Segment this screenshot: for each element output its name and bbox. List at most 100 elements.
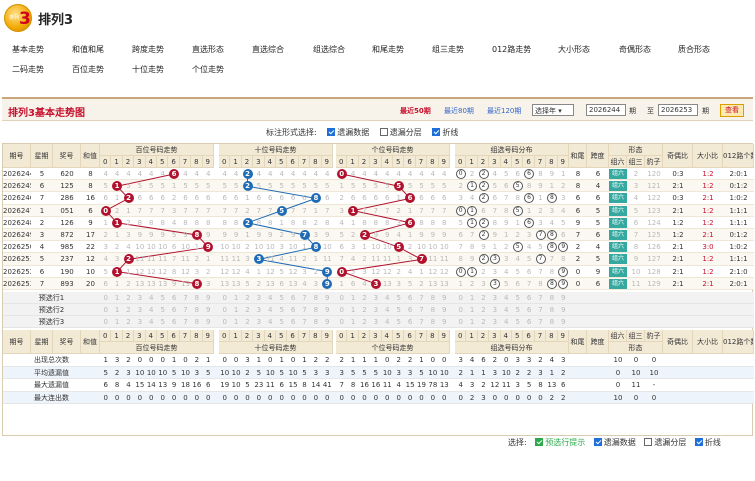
preselect-digit[interactable]: 2 <box>478 316 489 328</box>
preselect-digit[interactable]: 9 <box>203 304 214 316</box>
preselect-digit[interactable]: 4 <box>382 292 393 304</box>
preselect-digit[interactable]: 5 <box>393 304 404 316</box>
query-button[interactable]: 查看 <box>720 104 744 117</box>
nav-item[interactable]: 和值和尾 <box>72 44 104 55</box>
preselect-digit[interactable]: 0 <box>219 292 230 304</box>
recent-50-link[interactable]: 最近50期 <box>400 106 431 116</box>
preselect-digit[interactable]: 0 <box>336 316 347 328</box>
preselect-digit[interactable]: 8 <box>310 292 321 304</box>
preselect-digit[interactable]: 6 <box>523 316 534 328</box>
preselect-digit[interactable]: 8 <box>191 316 202 328</box>
preselect-digit[interactable]: 5 <box>157 292 168 304</box>
nav-item[interactable]: 012路走势 <box>492 44 531 55</box>
preselect-digit[interactable]: 0 <box>100 316 111 328</box>
preselect-digit[interactable]: 7 <box>180 292 191 304</box>
preselect-digit[interactable]: 3 <box>370 292 381 304</box>
preselect-digit[interactable]: 1 <box>347 292 358 304</box>
preselect-digit[interactable]: 9 <box>322 304 333 316</box>
preselect-digit[interactable]: 2 <box>123 304 134 316</box>
preselect-digit[interactable]: 2 <box>359 316 370 328</box>
checkbox-icon[interactable] <box>327 128 336 136</box>
recent-120-link[interactable]: 最近120期 <box>487 106 521 116</box>
preselect-digit[interactable]: 5 <box>512 292 523 304</box>
preselect-digit[interactable]: 1 <box>466 292 477 304</box>
preselect-digit[interactable]: 3 <box>134 292 145 304</box>
preselect-digit[interactable]: 6 <box>287 304 298 316</box>
preselect-digit[interactable]: 7 <box>416 304 427 316</box>
option-polyline[interactable]: 折线 <box>432 128 458 137</box>
nav-item[interactable]: 二码走势 <box>12 64 44 75</box>
preselect-digit[interactable]: 3 <box>489 292 500 304</box>
preselect-digit[interactable]: 2 <box>359 292 370 304</box>
preselect-digit[interactable]: 7 <box>535 316 546 328</box>
nav-item[interactable]: 百位走势 <box>72 64 104 75</box>
preselect-digit[interactable]: 0 <box>219 316 230 328</box>
preselect-digit[interactable]: 1 <box>111 292 122 304</box>
option-miss-layer[interactable]: 遗漏分层 <box>379 128 422 137</box>
preselect-digit[interactable]: 6 <box>404 304 415 316</box>
preselect-digit[interactable]: 8 <box>427 316 438 328</box>
preselect-digit[interactable]: 8 <box>191 292 202 304</box>
preselect-digit[interactable]: 0 <box>100 304 111 316</box>
preselect-digit[interactable]: 3 <box>253 304 264 316</box>
nav-item[interactable]: 十位走势 <box>132 64 164 75</box>
checkbox-icon[interactable] <box>432 128 441 136</box>
preselect-digit[interactable]: 9 <box>322 292 333 304</box>
preselect-digit[interactable]: 2 <box>123 316 134 328</box>
footer-option-hint[interactable]: 预选行提示 <box>535 438 585 447</box>
preselect-digit[interactable]: 1 <box>111 304 122 316</box>
preselect-digit[interactable]: 8 <box>310 304 321 316</box>
preselect-digit[interactable]: 6 <box>287 292 298 304</box>
option-miss-data[interactable]: 遗漏数据 <box>327 128 369 137</box>
preselect-digit[interactable]: 8 <box>546 292 557 304</box>
preselect-digit[interactable]: 6 <box>404 292 415 304</box>
preselect-digit[interactable]: 3 <box>134 316 145 328</box>
year-select[interactable]: 选择年 ▾ <box>532 104 574 116</box>
preselect-digit[interactable]: 3 <box>253 316 264 328</box>
nav-item[interactable]: 组三走势 <box>432 44 464 55</box>
preselect-digit[interactable]: 5 <box>276 316 287 328</box>
nav-item[interactable]: 和尾走势 <box>372 44 404 55</box>
nav-item[interactable]: 基本走势 <box>12 44 44 55</box>
preselect-digit[interactable]: 9 <box>439 292 450 304</box>
preselect-digit[interactable]: 2 <box>123 292 134 304</box>
preselect-digit[interactable]: 8 <box>427 292 438 304</box>
preselect-digit[interactable]: 4 <box>265 316 276 328</box>
preselect-digit[interactable]: 4 <box>501 304 512 316</box>
footer-option-polyline[interactable]: 折线 <box>694 438 721 447</box>
preselect-digit[interactable]: 4 <box>501 292 512 304</box>
recent-80-link[interactable]: 最近80期 <box>444 106 474 116</box>
preselect-digit[interactable]: 7 <box>299 304 310 316</box>
preselect-digit[interactable]: 4 <box>146 292 157 304</box>
preselect-digit[interactable]: 7 <box>416 292 427 304</box>
nav-item[interactable]: 组选综合 <box>313 44 345 55</box>
checkbox-icon[interactable] <box>535 438 544 446</box>
preselect-digit[interactable]: 1 <box>466 304 477 316</box>
preselect-digit[interactable]: 5 <box>276 292 287 304</box>
preselect-digit[interactable]: 4 <box>382 304 393 316</box>
preselect-digit[interactable]: 2 <box>478 292 489 304</box>
preselect-digit[interactable]: 5 <box>276 304 287 316</box>
to-issue-input[interactable]: 2026253 <box>658 104 698 116</box>
nav-item[interactable]: 奇偶形态 <box>619 44 651 55</box>
preselect-digit[interactable]: 1 <box>111 316 122 328</box>
preselect-digit[interactable]: 5 <box>393 316 404 328</box>
preselect-digit[interactable]: 0 <box>219 304 230 316</box>
preselect-digit[interactable]: 7 <box>416 316 427 328</box>
nav-item[interactable]: 质合形态 <box>678 44 710 55</box>
preselect-digit[interactable]: 3 <box>134 304 145 316</box>
preselect-digit[interactable]: 1 <box>347 316 358 328</box>
preselect-digit[interactable]: 7 <box>299 292 310 304</box>
preselect-digit[interactable]: 9 <box>203 292 214 304</box>
preselect-digit[interactable]: 8 <box>427 304 438 316</box>
preselect-digit[interactable]: 1 <box>230 304 241 316</box>
preselect-digit[interactable]: 0 <box>336 304 347 316</box>
preselect-digit[interactable]: 4 <box>146 304 157 316</box>
preselect-digit[interactable]: 6 <box>168 316 179 328</box>
preselect-digit[interactable]: 3 <box>253 292 264 304</box>
preselect-digit[interactable]: 9 <box>439 304 450 316</box>
preselect-digit[interactable]: 5 <box>393 292 404 304</box>
checkbox-icon[interactable] <box>593 438 602 446</box>
preselect-digit[interactable]: 8 <box>191 304 202 316</box>
preselect-digit[interactable]: 4 <box>265 304 276 316</box>
